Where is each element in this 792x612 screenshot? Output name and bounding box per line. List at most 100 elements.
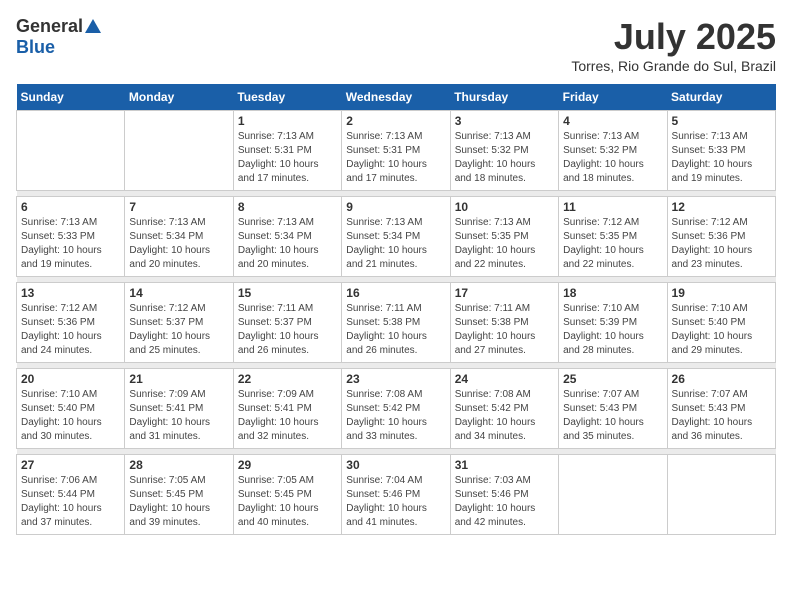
table-row: 15 Sunrise: 7:11 AM Sunset: 5:37 PM Dayli…: [233, 283, 341, 363]
day-info: Sunrise: 7:09 AM Sunset: 5:41 PM Dayligh…: [129, 388, 228, 444]
day-number: 11: [563, 200, 662, 214]
table-row: 3 Sunrise: 7:13 AM Sunset: 5:32 PM Daylig…: [450, 111, 558, 191]
day-info: Sunrise: 7:10 AM Sunset: 5:39 PM Dayligh…: [563, 302, 662, 358]
day-info: Sunrise: 7:12 AM Sunset: 5:36 PM Dayligh…: [672, 216, 771, 272]
day-info: Sunrise: 7:12 AM Sunset: 5:35 PM Dayligh…: [563, 216, 662, 272]
day-info: Sunrise: 7:06 AM Sunset: 5:44 PM Dayligh…: [21, 474, 120, 530]
col-sunday: Sunday: [17, 84, 125, 111]
table-row: 25 Sunrise: 7:07 AM Sunset: 5:43 PM Dayli…: [559, 369, 667, 449]
day-info: Sunrise: 7:13 AM Sunset: 5:32 PM Dayligh…: [563, 130, 662, 186]
day-info: Sunrise: 7:11 AM Sunset: 5:38 PM Dayligh…: [346, 302, 445, 358]
day-info: Sunrise: 7:12 AM Sunset: 5:37 PM Dayligh…: [129, 302, 228, 358]
day-number: 15: [238, 286, 337, 300]
calendar-week-row: 1Sunrise: 7:13 AM Sunset: 5:31 PM Daylig…: [17, 111, 776, 191]
col-friday: Friday: [559, 84, 667, 111]
table-row: 11 Sunrise: 7:12 AM Sunset: 5:35 PM Dayli…: [559, 197, 667, 277]
table-row: 16 Sunrise: 7:11 AM Sunset: 5:38 PM Dayli…: [342, 283, 450, 363]
day-info: Sunrise: 7:11 AM Sunset: 5:38 PM Dayligh…: [455, 302, 554, 358]
day-number: 19: [672, 286, 771, 300]
table-row: 26 Sunrise: 7:07 AM Sunset: 5:43 PM Dayli…: [667, 369, 775, 449]
day-info: Sunrise: 7:11 AM Sunset: 5:37 PM Dayligh…: [238, 302, 337, 358]
calendar-header-row: Sunday Monday Tuesday Wednesday Thursday…: [17, 84, 776, 111]
table-row: 31Sunrise: 7:03 AM Sunset: 5:46 PM Dayli…: [450, 455, 558, 535]
day-number: 5: [672, 114, 771, 128]
table-row: 2 Sunrise: 7:13 AM Sunset: 5:31 PM Daylig…: [342, 111, 450, 191]
day-info: Sunrise: 7:08 AM Sunset: 5:42 PM Dayligh…: [455, 388, 554, 444]
day-number: 14: [129, 286, 228, 300]
calendar-table: Sunday Monday Tuesday Wednesday Thursday…: [16, 84, 776, 535]
day-number: 16: [346, 286, 445, 300]
day-number: 9: [346, 200, 445, 214]
table-row: 17 Sunrise: 7:11 AM Sunset: 5:38 PM Dayli…: [450, 283, 558, 363]
col-wednesday: Wednesday: [342, 84, 450, 111]
day-info: Sunrise: 7:04 AM Sunset: 5:46 PM Dayligh…: [346, 474, 445, 530]
day-number: 25: [563, 372, 662, 386]
day-info: Sunrise: 7:10 AM Sunset: 5:40 PM Dayligh…: [21, 388, 120, 444]
day-info: Sunrise: 7:13 AM Sunset: 5:31 PM Dayligh…: [238, 130, 337, 186]
day-number: 30: [346, 458, 445, 472]
table-row: 23 Sunrise: 7:08 AM Sunset: 5:42 PM Dayli…: [342, 369, 450, 449]
table-row: 14 Sunrise: 7:12 AM Sunset: 5:37 PM Dayli…: [125, 283, 233, 363]
day-info: Sunrise: 7:13 AM Sunset: 5:33 PM Dayligh…: [672, 130, 771, 186]
day-number: 10: [455, 200, 554, 214]
table-row: 28 Sunrise: 7:05 AM Sunset: 5:45 PM Dayli…: [125, 455, 233, 535]
location-text: Torres, Rio Grande do Sul, Brazil: [571, 58, 776, 74]
col-saturday: Saturday: [667, 84, 775, 111]
day-number: 23: [346, 372, 445, 386]
day-info: Sunrise: 7:13 AM Sunset: 5:34 PM Dayligh…: [129, 216, 228, 272]
table-row: 30 Sunrise: 7:04 AM Sunset: 5:46 PM Dayli…: [342, 455, 450, 535]
table-row: 27Sunrise: 7:06 AM Sunset: 5:44 PM Dayli…: [17, 455, 125, 535]
day-info: Sunrise: 7:08 AM Sunset: 5:42 PM Dayligh…: [346, 388, 445, 444]
day-info: Sunrise: 7:07 AM Sunset: 5:43 PM Dayligh…: [672, 388, 771, 444]
logo-general-text: General: [16, 16, 83, 37]
day-number: 13: [21, 286, 120, 300]
day-number: 24: [455, 372, 554, 386]
calendar-week-row: 27Sunrise: 7:06 AM Sunset: 5:44 PM Dayli…: [17, 455, 776, 535]
table-row: 18Sunrise: 7:10 AM Sunset: 5:39 PM Dayli…: [559, 283, 667, 363]
table-row: 13Sunrise: 7:12 AM Sunset: 5:36 PM Dayli…: [17, 283, 125, 363]
table-row: 22 Sunrise: 7:09 AM Sunset: 5:41 PM Dayli…: [233, 369, 341, 449]
day-info: Sunrise: 7:13 AM Sunset: 5:32 PM Dayligh…: [455, 130, 554, 186]
table-row: 1Sunrise: 7:13 AM Sunset: 5:31 PM Daylig…: [233, 111, 341, 191]
day-info: Sunrise: 7:13 AM Sunset: 5:31 PM Dayligh…: [346, 130, 445, 186]
title-area: July 2025 Torres, Rio Grande do Sul, Bra…: [571, 16, 776, 74]
table-row: [17, 111, 125, 191]
day-number: 21: [129, 372, 228, 386]
col-tuesday: Tuesday: [233, 84, 341, 111]
day-number: 29: [238, 458, 337, 472]
day-info: Sunrise: 7:13 AM Sunset: 5:34 PM Dayligh…: [238, 216, 337, 272]
logo-triangle-icon: [84, 17, 102, 35]
day-info: Sunrise: 7:05 AM Sunset: 5:45 PM Dayligh…: [238, 474, 337, 530]
page-header: General Blue July 2025 Torres, Rio Grand…: [16, 16, 776, 74]
day-info: Sunrise: 7:13 AM Sunset: 5:35 PM Dayligh…: [455, 216, 554, 272]
table-row: 19 Sunrise: 7:10 AM Sunset: 5:40 PM Dayli…: [667, 283, 775, 363]
day-number: 12: [672, 200, 771, 214]
table-row: 7 Sunrise: 7:13 AM Sunset: 5:34 PM Daylig…: [125, 197, 233, 277]
day-info: Sunrise: 7:07 AM Sunset: 5:43 PM Dayligh…: [563, 388, 662, 444]
logo: General Blue: [16, 16, 102, 58]
day-number: 2: [346, 114, 445, 128]
day-number: 22: [238, 372, 337, 386]
calendar-week-row: 20 Sunrise: 7:10 AM Sunset: 5:40 PM Dayli…: [17, 369, 776, 449]
day-number: 26: [672, 372, 771, 386]
day-info: Sunrise: 7:10 AM Sunset: 5:40 PM Dayligh…: [672, 302, 771, 358]
day-number: 17: [455, 286, 554, 300]
day-number: 20: [21, 372, 120, 386]
day-info: Sunrise: 7:05 AM Sunset: 5:45 PM Dayligh…: [129, 474, 228, 530]
day-number: 28: [129, 458, 228, 472]
day-info: Sunrise: 7:09 AM Sunset: 5:41 PM Dayligh…: [238, 388, 337, 444]
day-info: Sunrise: 7:13 AM Sunset: 5:34 PM Dayligh…: [346, 216, 445, 272]
table-row: 10 Sunrise: 7:13 AM Sunset: 5:35 PM Dayli…: [450, 197, 558, 277]
table-row: [667, 455, 775, 535]
calendar-week-row: 6 Sunrise: 7:13 AM Sunset: 5:33 PM Daylig…: [17, 197, 776, 277]
day-number: 6: [21, 200, 120, 214]
table-row: 8Sunrise: 7:13 AM Sunset: 5:34 PM Daylig…: [233, 197, 341, 277]
day-number: 7: [129, 200, 228, 214]
day-number: 3: [455, 114, 554, 128]
table-row: 6 Sunrise: 7:13 AM Sunset: 5:33 PM Daylig…: [17, 197, 125, 277]
table-row: [125, 111, 233, 191]
col-thursday: Thursday: [450, 84, 558, 111]
day-info: Sunrise: 7:13 AM Sunset: 5:33 PM Dayligh…: [21, 216, 120, 272]
month-title: July 2025: [571, 16, 776, 58]
calendar-week-row: 13Sunrise: 7:12 AM Sunset: 5:36 PM Dayli…: [17, 283, 776, 363]
